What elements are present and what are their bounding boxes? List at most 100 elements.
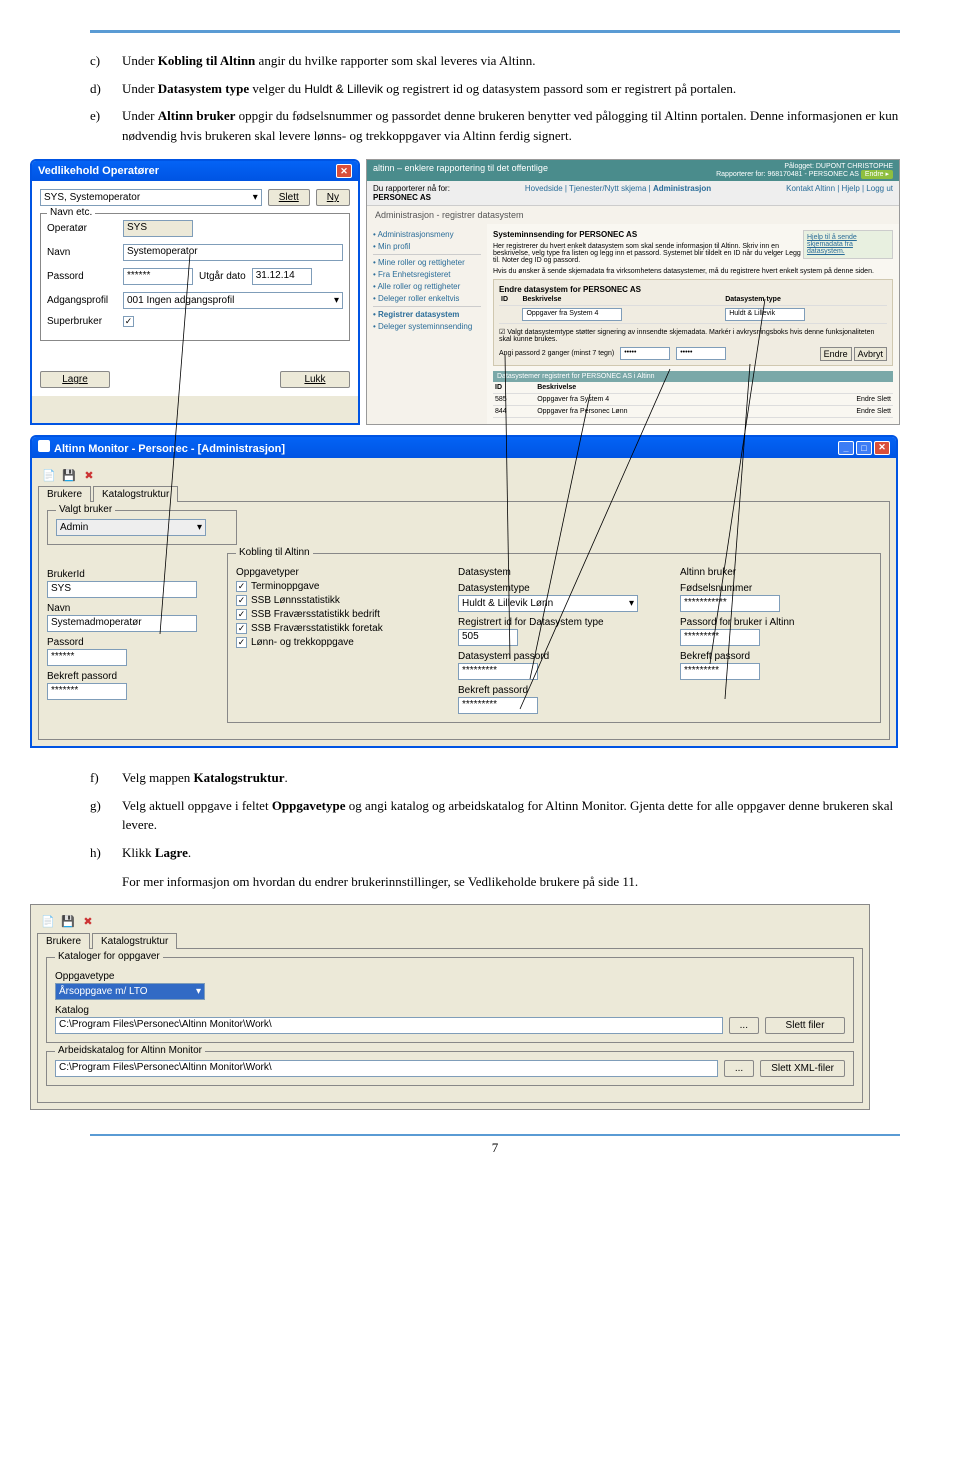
ny-button[interactable]: Ny [316,189,350,206]
type-select[interactable]: Huldt & Lillevik [725,308,805,321]
cell: 844 [493,406,535,418]
letter-g: g) [90,796,122,835]
passord-input[interactable]: ****** [123,268,193,285]
letter-d: d) [90,79,122,99]
endre-link[interactable]: Endre [856,408,875,415]
save-icon[interactable]: 💾 [61,915,75,929]
new-icon[interactable]: 📄 [42,468,56,482]
operator-input[interactable]: SYS [123,220,193,237]
bruker-select[interactable]: Admin▾ [56,519,206,536]
arbeidskatalog-input[interactable]: C:\Program Files\Personec\Altinn Monitor… [55,1060,718,1077]
label: Operatør [47,223,117,234]
lagre-button[interactable]: Lagre [40,371,110,388]
fieldset-label: Navn etc. [47,207,95,218]
brukerid-input[interactable]: SYS [47,581,197,598]
adgang-select[interactable]: 001 Ingen adgangsprofil▾ [123,292,343,309]
utgar-input[interactable]: 31.12.14 [252,268,312,285]
item-f: f) Velg mappen Katalogstruktur. [90,768,900,788]
close-icon[interactable]: ✕ [874,441,890,455]
tab-katalogstruktur[interactable]: Katalogstruktur [92,933,177,949]
fodsels-input[interactable]: *********** [680,595,780,612]
sidebar-link[interactable]: • Deleger systeminnsending [373,322,481,331]
letter-c: c) [90,51,122,71]
text: Under [122,81,158,96]
sidebar-link[interactable]: • Deleger roller enkeltvis [373,294,481,303]
item-d: d) Under Datasystem type velger du Huldt… [90,79,900,99]
bold-text: Lagre [155,845,188,860]
bold-text: Datasystem type [158,81,249,96]
navn-input[interactable]: Systemadmoperatør [47,615,197,632]
avbryt-button[interactable]: Avbryt [854,347,887,361]
text: og registrert id og datasystem passord s… [383,81,736,96]
checkbox[interactable]: ✓ [236,609,247,620]
para: For mer informasjon om hvordan du endrer… [122,872,900,892]
chevron-down-icon: ▾ [196,986,201,997]
org: PERSONEC AS [373,193,431,202]
bekpass3-input[interactable]: ********* [680,663,760,680]
slett-xml-button[interactable]: Slett XML-filer [760,1060,845,1077]
operator-select[interactable]: SYS, Systemoperator▾ [40,189,262,206]
navn-input[interactable]: Systemoperator [123,244,343,261]
oppgavetype-select[interactable]: Årsoppgave m/ LTO▾ [55,983,205,1000]
delete-icon[interactable]: ✖ [82,468,96,482]
bekpass2-input[interactable]: ********* [458,697,538,714]
bold-text: Kobling til Altinn [158,53,256,68]
pwd2-input[interactable]: ••••• [676,347,726,360]
text: . [188,845,191,860]
label: Terminoppgave [251,581,319,592]
nav-links[interactable]: Kontakt Altinn | Hjelp | Logg ut [786,184,893,202]
checkbox[interactable]: ✓ [236,637,247,648]
sidebar-link[interactable]: • Min profil [373,242,481,251]
endre-button[interactable]: Endre ▸ [861,170,893,179]
sidebar-link[interactable]: • Mine roller og rettigheter [373,258,481,267]
text: Under [122,108,158,123]
browse-button[interactable]: ... [729,1017,759,1034]
slett-link[interactable]: Slett [877,396,891,403]
minimize-icon[interactable]: _ [838,441,854,455]
tab-brukere[interactable]: Brukere [38,486,91,502]
tab-brukere[interactable]: Brukere [37,933,90,949]
label: Passord [47,271,117,282]
slett-filer-button[interactable]: Slett filer [765,1017,845,1034]
bekreft-input[interactable]: ******* [47,683,127,700]
pwd1-input[interactable]: ••••• [620,347,670,360]
maximize-icon[interactable]: □ [856,441,872,455]
katalog-input[interactable]: C:\Program Files\Personec\Altinn Monitor… [55,1017,723,1034]
passalt-input[interactable]: ********* [680,629,760,646]
help-box[interactable]: Hjelp til å sende skjemadata fra datasys… [803,230,893,259]
browse-button[interactable]: ... [724,1060,754,1077]
letter-f: f) [90,768,122,788]
text: angir du hvilke rapporter som skal lever… [255,53,535,68]
endre-link[interactable]: Endre [856,396,875,403]
lukk-button[interactable]: Lukk [280,371,350,388]
dstype-select[interactable]: Huldt & Lillevik Lønn▾ [458,595,638,612]
checkbox[interactable]: ✓ [236,581,247,592]
close-icon[interactable]: ✕ [336,164,352,178]
delete-icon[interactable]: ✖ [81,915,95,929]
regid-input[interactable]: 505 [458,629,518,646]
bold-text: Katalogstruktur [193,770,284,785]
heading: Datasystemer registrert for PERSONEC AS … [493,371,893,382]
desc-input[interactable]: Oppgaver fra System 4 [522,308,622,321]
save-icon[interactable]: 💾 [62,468,76,482]
sidebar-link[interactable]: • Alle roller og rettigheter [373,282,481,291]
dspass-input[interactable]: ********* [458,663,538,680]
passord-input[interactable]: ****** [47,649,127,666]
altinn-brand: altinn – enklere rapportering til det of… [373,163,548,178]
sidebar-link[interactable]: • Fra Enhetsregisteret [373,270,481,279]
label: Passord for bruker i Altinn [680,617,872,628]
slett-button[interactable]: Slett [268,189,310,206]
label: Altinn bruker [680,567,872,578]
slett-link[interactable]: Slett [877,408,891,415]
label: Passord [47,637,197,648]
checkbox[interactable]: ✓ [236,623,247,634]
new-icon[interactable]: 📄 [41,915,55,929]
sidebar-link[interactable]: • Administrasjonsmeny [373,230,481,239]
breadcrumb[interactable]: Hovedside | Tjenester/Nytt skjema | [525,184,653,193]
endre-button[interactable]: Endre [820,347,852,361]
checkbox[interactable]: ✓ [236,595,247,606]
superbruker-checkbox[interactable]: ✓ [123,316,134,327]
sidebar-link[interactable]: • Registrer datasystem [373,310,481,319]
tab-katalogstruktur[interactable]: Katalogstruktur [93,486,178,502]
fieldset-label: Kobling til Altinn [236,547,313,558]
